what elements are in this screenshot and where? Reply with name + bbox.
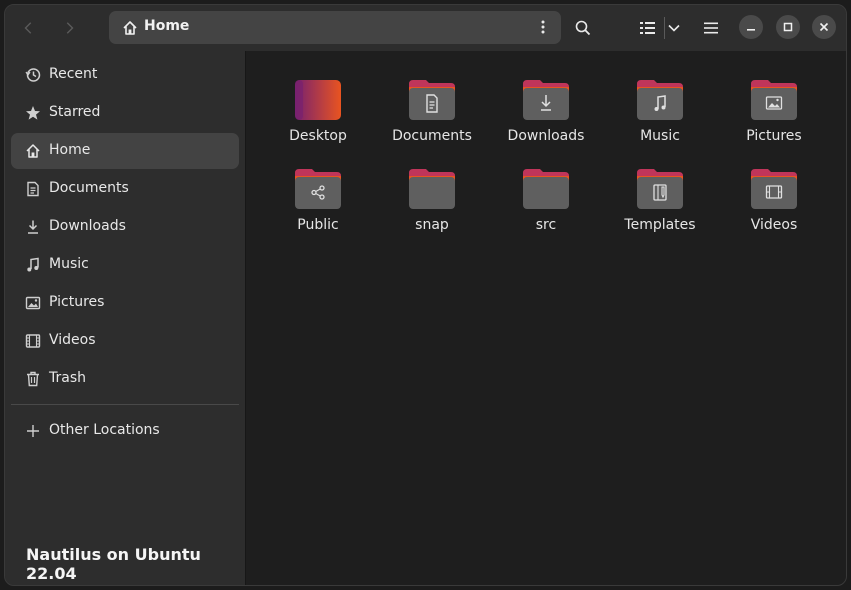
back-button[interactable] bbox=[15, 14, 43, 42]
grid-item-templates[interactable]: Templates bbox=[605, 167, 715, 247]
folder-icon bbox=[409, 169, 455, 209]
music-folder-icon bbox=[637, 80, 683, 120]
chevron-right-icon bbox=[66, 22, 74, 34]
public-folder-icon bbox=[295, 169, 341, 209]
chevron-down-icon bbox=[668, 24, 680, 32]
header-bar: Home bbox=[5, 5, 846, 51]
sidebar-item-label: Home bbox=[49, 142, 91, 158]
grid-item-label: Music bbox=[640, 128, 680, 144]
videos-folder-icon bbox=[751, 169, 797, 209]
grid-item-desktop[interactable]: Desktop bbox=[263, 78, 373, 158]
grid-item-documents[interactable]: Documents bbox=[377, 78, 487, 158]
star-icon bbox=[26, 106, 40, 120]
sidebar-item-label: Recent bbox=[49, 66, 98, 82]
documents-folder-icon bbox=[409, 80, 455, 120]
grid-item-label: Documents bbox=[392, 128, 472, 144]
grid-item-label: Desktop bbox=[289, 128, 347, 144]
sidebar-item-recent[interactable]: Recent bbox=[11, 57, 239, 93]
sidebar-item-label: Music bbox=[49, 256, 89, 272]
sidebar-item-label: Videos bbox=[49, 332, 96, 348]
folder-icon bbox=[523, 169, 569, 209]
sidebar-item-label: Other Locations bbox=[49, 422, 160, 438]
grid-item-label: src bbox=[535, 217, 557, 233]
chevron-left-icon bbox=[24, 22, 32, 34]
grid-item-videos[interactable]: Videos bbox=[719, 167, 829, 247]
sidebar-item-videos[interactable]: Videos bbox=[11, 323, 239, 359]
view-options-button[interactable] bbox=[660, 12, 688, 44]
desktop-folder-icon bbox=[295, 80, 341, 120]
sidebar: Recent Starred Home Documents Downloads … bbox=[5, 51, 245, 585]
sidebar-item-label: Pictures bbox=[49, 294, 105, 310]
main-menu-button[interactable] bbox=[695, 12, 727, 44]
sidebar-item-downloads[interactable]: Downloads bbox=[11, 209, 239, 245]
templates-folder-icon bbox=[637, 169, 683, 209]
maximize-button[interactable] bbox=[776, 15, 800, 39]
grid-item-label: snap bbox=[415, 217, 449, 233]
vertical-dots-icon bbox=[541, 20, 545, 34]
sidebar-item-home[interactable]: Home bbox=[11, 133, 239, 169]
sidebar-footer-caption: Nautilus on Ubuntu 22.04 bbox=[26, 545, 201, 583]
sidebar-item-other-locations[interactable]: Other Locations bbox=[11, 413, 239, 449]
grid-item-src[interactable]: src bbox=[491, 167, 601, 247]
document-icon bbox=[27, 181, 39, 197]
search-icon bbox=[575, 20, 591, 36]
path-current-location[interactable]: Home bbox=[144, 18, 189, 34]
list-view-icon bbox=[640, 22, 655, 34]
home-icon bbox=[123, 21, 137, 35]
sidebar-item-pictures[interactable]: Pictures bbox=[11, 285, 239, 321]
grid-item-label: Videos bbox=[750, 217, 798, 233]
sidebar-item-starred[interactable]: Starred bbox=[11, 95, 239, 131]
sidebar-item-label: Trash bbox=[49, 370, 86, 386]
minimize-icon bbox=[747, 29, 755, 31]
sidebar-item-label: Documents bbox=[49, 180, 129, 196]
close-icon bbox=[819, 22, 829, 32]
grid-item-label: Pictures bbox=[746, 128, 802, 144]
plus-icon bbox=[27, 425, 39, 437]
sidebar-item-label: Starred bbox=[49, 104, 101, 120]
hamburger-menu-icon bbox=[704, 22, 718, 34]
file-manager-window: Home Recent Starred Home Documents Downl… bbox=[4, 4, 847, 586]
download-icon bbox=[28, 220, 38, 234]
path-menu-button[interactable] bbox=[531, 15, 555, 39]
downloads-folder-icon bbox=[523, 80, 569, 120]
file-grid-view[interactable]: Desktop Documents Downloads Music Pictur… bbox=[245, 51, 846, 585]
sidebar-separator bbox=[11, 404, 239, 405]
search-button[interactable] bbox=[567, 12, 599, 44]
grid-item-label: Downloads bbox=[507, 128, 585, 144]
close-button[interactable] bbox=[812, 15, 836, 39]
path-bar[interactable]: Home bbox=[109, 11, 561, 44]
grid-item-label: Templates bbox=[624, 217, 696, 233]
grid-item-public[interactable]: Public bbox=[263, 167, 373, 247]
sidebar-item-trash[interactable]: Trash bbox=[11, 361, 239, 397]
trash-icon bbox=[27, 371, 39, 387]
grid-item-label: Public bbox=[297, 217, 339, 233]
maximize-icon bbox=[783, 22, 793, 32]
pictures-folder-icon bbox=[751, 80, 797, 120]
sidebar-item-label: Downloads bbox=[49, 218, 126, 234]
grid-item-downloads[interactable]: Downloads bbox=[491, 78, 601, 158]
minimize-button[interactable] bbox=[739, 15, 763, 39]
music-icon bbox=[27, 257, 39, 272]
grid-item-snap[interactable]: snap bbox=[377, 167, 487, 247]
clock-icon bbox=[25, 68, 41, 82]
sidebar-item-documents[interactable]: Documents bbox=[11, 171, 239, 207]
video-icon bbox=[25, 334, 41, 348]
sidebar-item-music[interactable]: Music bbox=[11, 247, 239, 283]
grid-item-pictures[interactable]: Pictures bbox=[719, 78, 829, 158]
forward-button[interactable] bbox=[55, 14, 83, 42]
home-icon bbox=[26, 144, 40, 158]
picture-icon bbox=[25, 296, 41, 310]
grid-item-music[interactable]: Music bbox=[605, 78, 715, 158]
